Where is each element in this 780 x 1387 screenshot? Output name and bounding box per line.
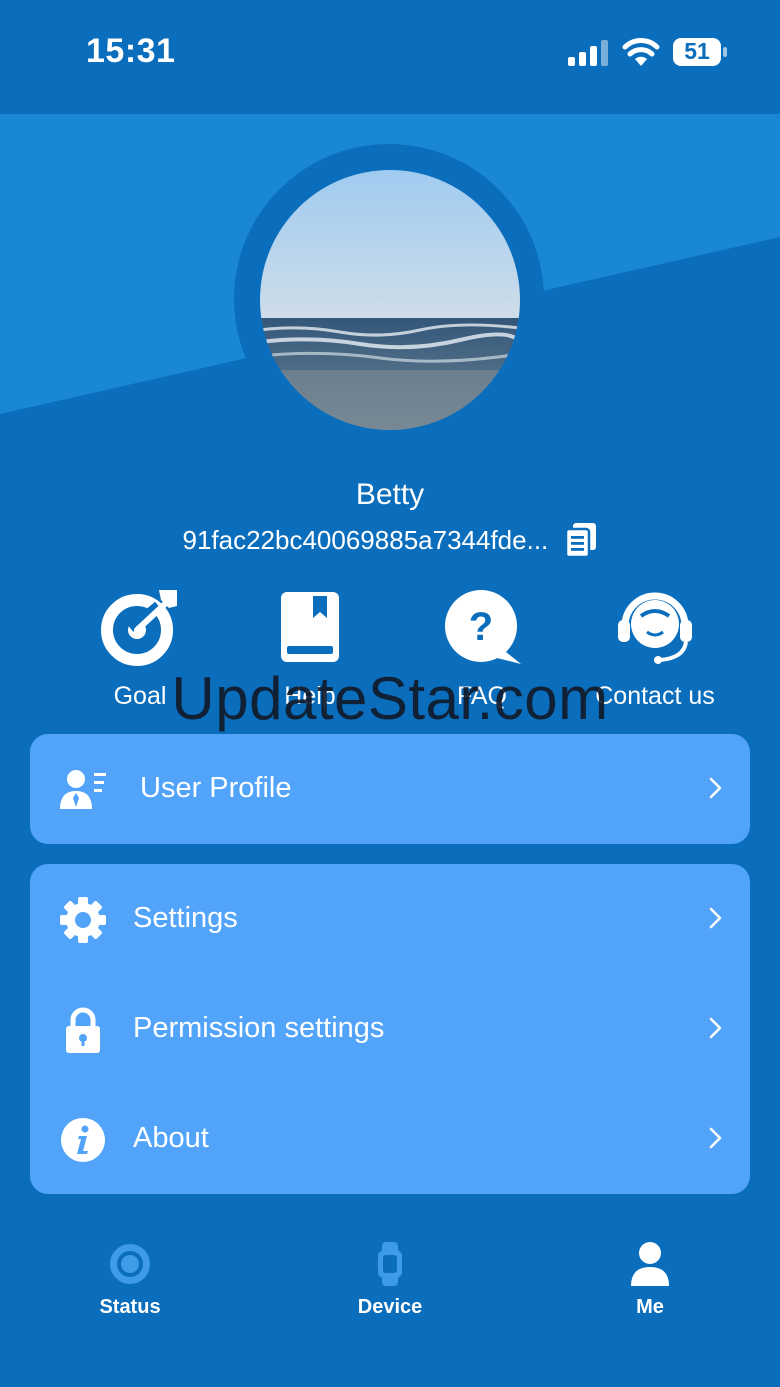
status-time: 15:31 xyxy=(86,32,176,70)
menu-about-label: About xyxy=(133,1122,209,1154)
user-id: 91fac22bc40069885a7344fde... xyxy=(182,524,549,555)
watch-icon xyxy=(378,1242,402,1286)
menu-about[interactable]: About xyxy=(30,1084,750,1194)
chevron-right-icon xyxy=(709,1127,722,1149)
tab-me[interactable]: Me xyxy=(570,1240,730,1319)
menu-permission-settings[interactable]: Permission settings xyxy=(30,974,750,1084)
status-bar: 15:31 51 xyxy=(0,0,780,114)
user-profile-card: User Profile xyxy=(30,734,750,844)
menu-user-profile-label: User Profile xyxy=(140,772,292,804)
person-icon xyxy=(631,1242,669,1286)
menu-settings-label: Settings xyxy=(133,902,238,934)
battery-level: 51 xyxy=(684,38,710,64)
info-icon xyxy=(61,1118,105,1162)
tab-status[interactable]: Status xyxy=(50,1240,210,1319)
user-id-row: 91fac22bc40069885a7344fde... xyxy=(0,522,780,558)
user-profile-icon xyxy=(60,770,106,809)
status-ring-icon xyxy=(110,1244,150,1284)
faq-question-icon: ? xyxy=(445,590,521,664)
avatar-photo xyxy=(260,170,520,430)
gear-icon xyxy=(60,897,106,943)
copy-icon[interactable] xyxy=(564,522,598,558)
bottom-tab-bar: Status Device Me xyxy=(0,1220,780,1387)
goal-target-icon xyxy=(101,590,177,666)
help-book-icon xyxy=(281,592,339,662)
tab-status-label: Status xyxy=(99,1296,161,1318)
headset-icon xyxy=(618,592,692,664)
chevron-right-icon xyxy=(709,777,722,799)
lock-icon xyxy=(66,1007,100,1053)
tab-device[interactable]: Device xyxy=(310,1240,470,1319)
avatar[interactable] xyxy=(260,170,520,430)
cellular-signal-icon xyxy=(568,40,608,66)
svg-text:?: ? xyxy=(469,605,493,649)
tab-me-label: Me xyxy=(636,1296,664,1318)
chevron-right-icon xyxy=(709,1017,722,1039)
user-name: Betty xyxy=(355,478,425,511)
menu-settings[interactable]: Settings xyxy=(30,864,750,974)
menu-user-profile[interactable]: User Profile xyxy=(30,734,750,844)
chevron-right-icon xyxy=(709,907,722,929)
tab-device-label: Device xyxy=(357,1296,423,1318)
wifi-icon xyxy=(622,38,660,66)
menu-permission-settings-label: Permission settings xyxy=(133,1012,385,1044)
settings-card: Settings Permission settings About xyxy=(30,864,750,1194)
watermark: UpdateStar.com xyxy=(171,665,609,732)
